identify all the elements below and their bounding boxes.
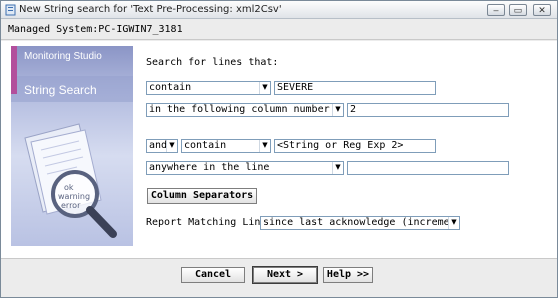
condition1-value-input[interactable]: SEVERE [274, 81, 436, 95]
minimize-button[interactable]: – [487, 4, 505, 16]
managed-system-label: Managed System:PC-IGWIN7_3181 [8, 24, 183, 35]
report-matching-select[interactable]: since last acknowledge (incremental) ▼ [260, 216, 460, 230]
product-name: Monitoring Studio [24, 51, 102, 62]
illustration-text-ok: ok [64, 183, 74, 192]
search-label: Search for lines that: [146, 57, 279, 68]
condition2-operator-value: contain [184, 140, 227, 151]
condition2-operator-select[interactable]: contain ▼ [181, 139, 271, 153]
dialog-window: New String search for 'Text Pre-Processi… [0, 0, 558, 298]
condition2-joiner-value: and [149, 140, 168, 151]
main-content: Monitoring Studio String Search ok warni… [1, 41, 557, 259]
close-button[interactable]: ✕ [533, 4, 551, 16]
next-button[interactable]: Next > [252, 266, 318, 284]
side-panel: Monitoring Studio String Search ok warni… [11, 46, 133, 246]
illustration-text-error: error [61, 201, 81, 210]
condition2-location-value: anywhere in the line [149, 162, 270, 173]
chevron-down-icon[interactable]: ▼ [166, 140, 177, 152]
condition2-value-input[interactable]: <String or Reg Exp 2> [274, 139, 436, 153]
accent-stripe [11, 46, 17, 94]
chevron-down-icon[interactable]: ▼ [332, 162, 343, 174]
condition2-location-select[interactable]: anywhere in the line ▼ [146, 161, 344, 175]
condition1-column-input[interactable]: 2 [347, 103, 509, 117]
managed-system-bar: Managed System:PC-IGWIN7_3181 [1, 20, 557, 40]
title-bar[interactable]: New String search for 'Text Pre-Processi… [1, 1, 557, 19]
condition1-location-select[interactable]: in the following column number: ▼ [146, 103, 344, 117]
cancel-button[interactable]: Cancel [181, 267, 245, 283]
report-matching-value: since last acknowledge (incremental) [263, 217, 460, 228]
help-button[interactable]: Help >> [323, 267, 373, 283]
wizard-heading: String Search [24, 83, 97, 97]
maximize-button[interactable]: ▭ [509, 4, 527, 16]
chevron-down-icon[interactable]: ▼ [259, 82, 270, 94]
button-bar: Cancel Next > Help >> [1, 260, 557, 297]
chevron-down-icon[interactable]: ▼ [259, 140, 270, 152]
chevron-down-icon[interactable]: ▼ [448, 217, 459, 229]
chevron-down-icon[interactable]: ▼ [332, 104, 343, 116]
window-title: New String search for 'Text Pre-Processi… [19, 4, 282, 15]
condition1-location-value: in the following column number: [149, 104, 336, 115]
app-icon [5, 4, 16, 16]
condition2-column-input[interactable] [347, 161, 509, 175]
condition1-operator-value: contain [149, 82, 192, 93]
column-separators-button[interactable]: Column Separators [147, 188, 257, 204]
condition1-operator-select[interactable]: contain ▼ [146, 81, 271, 95]
magnifier-document-illustration: ok warning error [24, 123, 117, 238]
condition2-joiner-select[interactable]: and ▼ [146, 139, 178, 153]
illustration-text-warning: warning [58, 192, 90, 201]
report-matching-label: Report Matching Lines [146, 217, 273, 228]
